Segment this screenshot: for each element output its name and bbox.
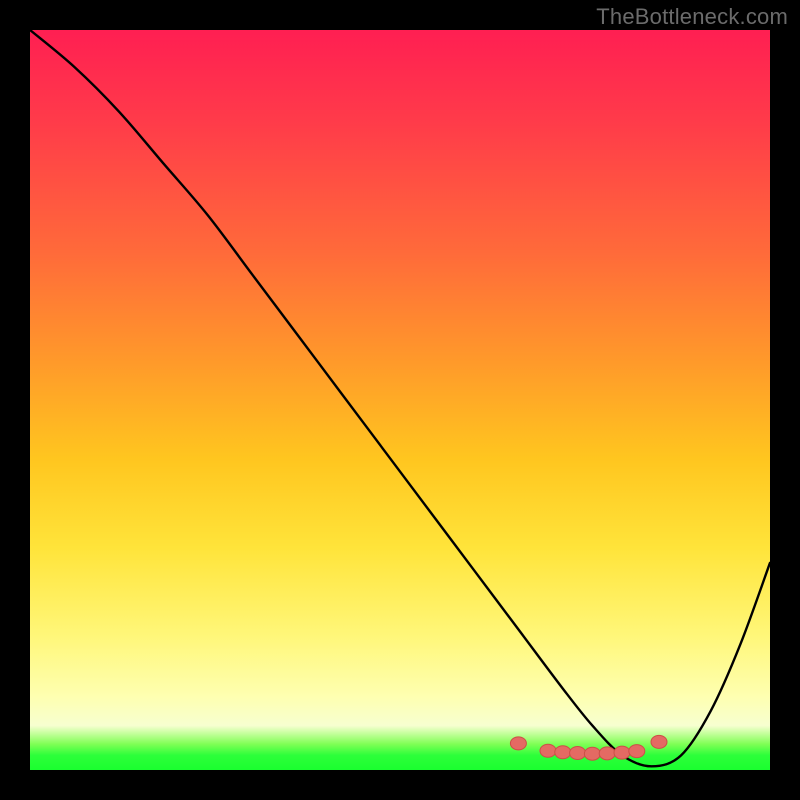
chart-frame: TheBottleneck.com [0, 0, 800, 800]
minimum-marker [555, 746, 571, 759]
plot-area [30, 30, 770, 770]
minimum-marker [614, 746, 630, 759]
minimum-marker [540, 744, 556, 757]
minimum-marker [629, 745, 645, 758]
watermark-text: TheBottleneck.com [596, 4, 788, 30]
chart-svg [30, 30, 770, 770]
minimum-markers-group [510, 735, 667, 760]
minimum-marker [570, 746, 586, 759]
minimum-marker [584, 747, 600, 760]
minimum-marker [510, 737, 526, 750]
minimum-marker [651, 735, 667, 748]
bottleneck-curve-path [30, 30, 770, 766]
minimum-marker [599, 747, 615, 760]
